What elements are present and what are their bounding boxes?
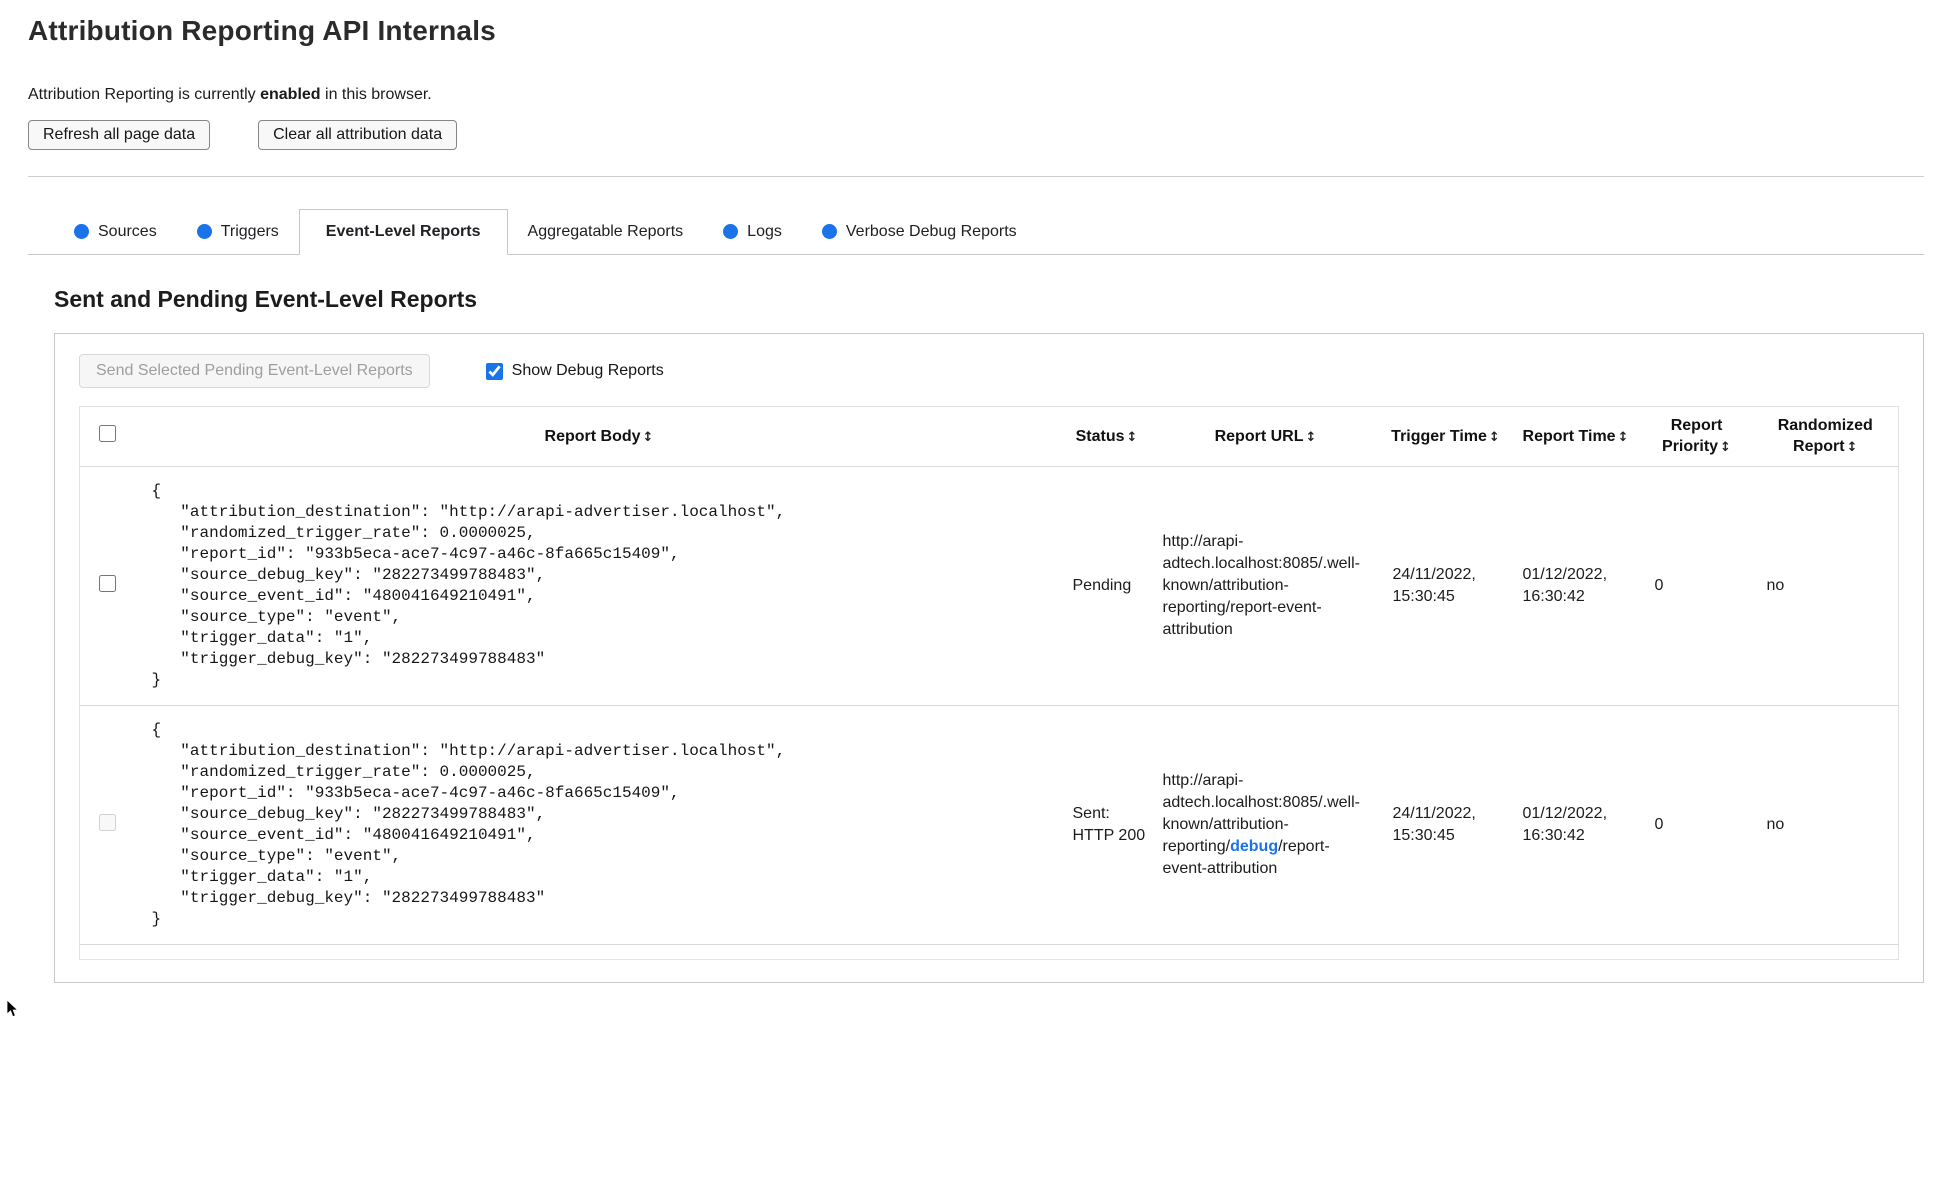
tab-event-level-reports[interactable]: Event-Level Reports <box>298 209 508 255</box>
tab-bar: Sources Triggers Event-Level Reports Agg… <box>28 209 1924 255</box>
status-suffix: in this browser. <box>325 86 432 103</box>
sort-icon: ↕ <box>1720 440 1731 455</box>
column-header-randomized-report[interactable]: Randomized Report ↕ <box>1753 407 1899 467</box>
report-body-cell: { "attribution_destination": "http://ara… <box>136 467 1063 706</box>
tab-logs[interactable]: Logs <box>703 209 802 254</box>
tab-label: Triggers <box>220 222 279 240</box>
report-url-cell: http://arapi-adtech.localhost:8085/.well… <box>1151 467 1381 706</box>
column-header-trigger-time[interactable]: Trigger Time ↕ <box>1381 407 1511 467</box>
status-emphasis: enabled <box>260 86 321 103</box>
row-select-checkbox <box>99 814 117 831</box>
tab-label: Aggregatable Reports <box>527 222 684 240</box>
reports-panel: Send Selected Pending Event-Level Report… <box>54 333 1924 983</box>
column-label: Report URL <box>1214 427 1304 445</box>
show-debug-label: Show Debug Reports <box>511 362 664 379</box>
tab-sources[interactable]: Sources <box>54 209 177 254</box>
new-data-dot-icon <box>821 224 837 239</box>
column-label: Randomized Report <box>1777 417 1873 455</box>
column-header-report-time[interactable]: Report Time ↕ <box>1511 407 1641 467</box>
tab-triggers[interactable]: Triggers <box>177 209 299 254</box>
column-label: Trigger Time <box>1391 427 1487 445</box>
row-select-cell <box>80 467 136 706</box>
panel-controls: Send Selected Pending Event-Level Report… <box>79 354 1899 388</box>
trigger-time-cell: 24/11/2022, 15:30:45 <box>1392 805 1476 844</box>
table-row: { "attribution_destination": "http://ara… <box>79 705 1899 945</box>
select-all-header-cell <box>80 407 136 467</box>
column-header-report-url[interactable]: Report URL ↕ <box>1151 407 1381 467</box>
status-text: Attribution Reporting is currently enabl… <box>28 86 1924 104</box>
sort-icon: ↕ <box>1846 440 1858 455</box>
new-data-dot-icon <box>196 224 212 239</box>
send-selected-button[interactable]: Send Selected Pending Event-Level Report… <box>79 354 430 388</box>
show-debug-checkbox[interactable] <box>485 362 503 380</box>
report-url-cell: http://arapi-adtech.localhost:8085/.well… <box>1151 706 1381 945</box>
mouse-cursor-icon <box>6 1000 19 1018</box>
tab-aggregatable-reports[interactable]: Aggregatable Reports <box>508 209 704 254</box>
sort-icon: ↕ <box>1126 429 1138 445</box>
report-body-json: { "attribution_destination": "http://ara… <box>151 721 786 928</box>
url-text: http://arapi-adtech.localhost:8085/.well… <box>1162 533 1360 638</box>
new-data-dot-icon <box>74 224 89 239</box>
tab-label: Logs <box>747 222 782 240</box>
sort-icon: ↕ <box>642 429 654 445</box>
new-data-dot-icon <box>723 224 739 239</box>
page-divider <box>28 176 1924 177</box>
report-priority-cell: 0 <box>1654 816 1664 833</box>
table-row: { "attribution_destination": "http://ara… <box>79 466 1899 706</box>
column-label: Status <box>1075 427 1125 445</box>
column-header-report-body[interactable]: Report Body ↕ <box>136 407 1063 467</box>
table-footer-spacer <box>79 944 1899 960</box>
attribution-internals-page: Attribution Reporting API Internals Attr… <box>6 14 1924 1018</box>
row-select-cell <box>80 706 136 945</box>
report-body-cell: { "attribution_destination": "http://ara… <box>136 706 1063 945</box>
clear-all-button[interactable]: Clear all attribution data <box>258 120 458 150</box>
status-cell: Pending <box>1072 577 1132 594</box>
tab-verbose-debug-reports[interactable]: Verbose Debug Reports <box>802 209 1037 254</box>
column-header-status[interactable]: Status ↕ <box>1063 407 1151 467</box>
reports-table: Report Body ↕ Status ↕ Report URL ↕ Trigger… <box>79 406 1899 960</box>
status-prefix: Attribution Reporting is currently <box>28 86 256 103</box>
section-heading: Sent and Pending Event-Level Reports <box>54 286 478 312</box>
row-select-checkbox[interactable] <box>99 575 117 592</box>
trigger-time-cell: 24/11/2022, 15:30:45 <box>1392 566 1476 605</box>
randomized-report-cell: no <box>1766 816 1785 833</box>
sort-icon: ↕ <box>1617 429 1629 445</box>
select-all-checkbox[interactable] <box>99 425 117 442</box>
column-label: Report Body <box>544 427 641 445</box>
table-header-row: Report Body ↕ Status ↕ Report URL ↕ Trigger… <box>79 407 1899 467</box>
debug-url-segment: debug <box>1230 838 1279 855</box>
column-label: Report Time <box>1522 427 1616 445</box>
page-title: Attribution Reporting API Internals <box>28 15 496 46</box>
randomized-report-cell: no <box>1766 577 1785 594</box>
column-header-report-priority[interactable]: Report Priority ↕ <box>1641 407 1753 467</box>
tab-label: Event-Level Reports <box>325 223 481 240</box>
sort-icon: ↕ <box>1305 429 1317 445</box>
show-debug-control[interactable]: Show Debug Reports <box>485 362 664 380</box>
report-time-cell: 01/12/2022, 16:30:42 <box>1522 805 1608 844</box>
column-label: Report Priority <box>1662 417 1723 455</box>
tab-label: Sources <box>98 222 157 240</box>
toolbar: Refresh all page data Clear all attribut… <box>28 120 1924 150</box>
status-cell: Sent: HTTP 200 <box>1072 805 1146 844</box>
report-time-cell: 01/12/2022, 16:30:42 <box>1522 566 1608 605</box>
refresh-all-button[interactable]: Refresh all page data <box>28 120 211 150</box>
sort-icon: ↕ <box>1488 429 1500 445</box>
report-body-json: { "attribution_destination": "http://ara… <box>151 482 786 689</box>
report-priority-cell: 0 <box>1654 577 1664 594</box>
tab-label: Verbose Debug Reports <box>845 222 1017 240</box>
